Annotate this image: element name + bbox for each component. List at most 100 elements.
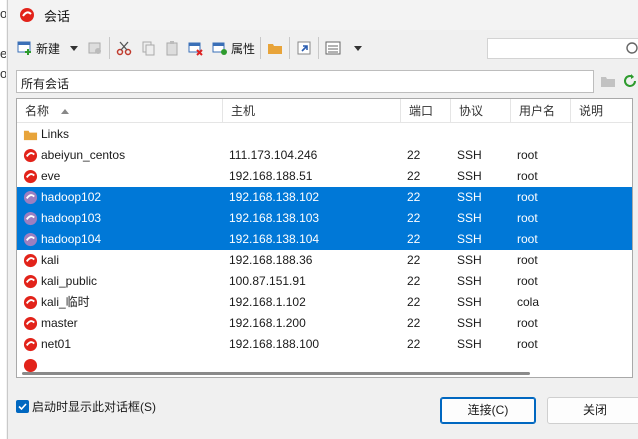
dialog-footer: 启动时显示此对话框(S) 连接(C) 关闭 — [8, 384, 638, 439]
host-cell: 192.168.1.200 — [229, 316, 306, 330]
create-shortcut-button[interactable] — [295, 35, 313, 61]
session-name: hadoop104 — [41, 232, 102, 246]
username-cell: root — [517, 253, 538, 267]
protocol-cell: SSH — [457, 169, 482, 183]
host-cell: 111.173.104.246 — [229, 148, 318, 162]
port-cell — [407, 124, 451, 145]
chevron-down-icon — [70, 45, 79, 51]
disabled-session-button[interactable] — [86, 35, 104, 61]
table-row[interactable]: hadoop104 192.168.138.104 22 SSH root — [17, 229, 632, 250]
startup-checkbox[interactable] — [16, 400, 29, 413]
session-icon — [23, 337, 38, 352]
port-cell: 22 — [407, 169, 421, 183]
delete-button[interactable] — [187, 35, 205, 61]
session-name: eve — [41, 169, 61, 183]
table-row[interactable]: eve 192.168.188.51 22 SSH root — [17, 166, 632, 187]
background-window-edge: o e o — [0, 0, 6, 439]
scrollbar-thumb[interactable] — [22, 372, 530, 375]
session-name: kali_public — [41, 274, 98, 288]
properties-button[interactable]: 属性 — [211, 35, 255, 61]
column-header-name[interactable]: 名称 — [17, 99, 223, 123]
scissors-icon — [115, 39, 133, 57]
search-icon — [626, 42, 638, 54]
port-cell: 22 — [407, 190, 421, 204]
table-row[interactable]: kali_临时 192.168.1.102 22 SSH cola — [17, 292, 632, 313]
table-row[interactable]: kali 192.168.188.36 22 SSH root — [17, 250, 632, 271]
view-mode-button[interactable] — [324, 35, 342, 61]
protocol-cell: SSH — [457, 253, 482, 267]
list-view-icon — [324, 39, 342, 57]
username-cell: cola — [517, 295, 540, 309]
port-cell: 22 — [407, 232, 421, 246]
protocol-cell: SSH — [457, 274, 482, 288]
session-name: net01 — [41, 337, 72, 351]
new-session-label: 新建 — [36, 41, 61, 56]
session-name: kali — [41, 253, 60, 267]
session-icon — [23, 232, 38, 247]
properties-icon — [211, 39, 229, 57]
session-name: master — [41, 316, 78, 330]
toolbar-separator — [289, 37, 291, 59]
username-cell: root — [517, 169, 538, 183]
app-logo-icon — [20, 8, 34, 22]
up-folder-icon[interactable] — [600, 73, 616, 89]
name-cell: kali — [23, 250, 223, 271]
name-cell: abeiyun_centos — [23, 145, 223, 166]
table-row[interactable]: hadoop102 192.168.138.102 22 SSH root — [17, 187, 632, 208]
session-icon — [23, 190, 38, 205]
window-title: 会话 — [44, 8, 71, 24]
session-name: hadoop102 — [41, 190, 102, 204]
close-button[interactable]: 关闭 — [547, 397, 638, 424]
column-header-port[interactable]: 端口 — [401, 99, 451, 123]
sort-ascending-icon — [61, 109, 69, 114]
table-row[interactable]: kali_public 100.87.151.91 22 SSH root — [17, 271, 632, 292]
toolbar-separator — [260, 37, 262, 59]
username-cell — [517, 124, 573, 145]
username-cell: root — [517, 211, 538, 225]
port-cell: 22 — [407, 274, 421, 288]
column-header-description[interactable]: 说明 — [571, 99, 632, 123]
host-cell: 192.168.1.102 — [229, 295, 306, 309]
checkmark-icon — [18, 403, 27, 411]
paste-button[interactable] — [163, 35, 181, 61]
startup-checkbox-label[interactable]: 启动时显示此对话框(S) — [32, 398, 156, 415]
session-icon — [23, 211, 38, 226]
new-dropdown-button[interactable] — [70, 35, 79, 61]
host-cell: 100.87.151.91 — [229, 274, 306, 288]
protocol-cell: SSH — [457, 232, 482, 246]
column-header-protocol[interactable]: 协议 — [451, 99, 511, 123]
view-dropdown-button[interactable] — [354, 35, 363, 61]
new-session-button[interactable]: 新建 — [16, 35, 60, 61]
table-row[interactable]: net01 192.168.188.100 22 SSH root — [17, 334, 632, 355]
cut-button[interactable] — [115, 35, 133, 61]
session-list[interactable]: 名称 主机 端口 协议 用户名 说明 Links abeiyun_centos 11… — [16, 98, 633, 378]
host-cell: 192.168.188.36 — [229, 253, 313, 267]
session-name: Links — [41, 127, 70, 141]
port-cell: 22 — [407, 148, 421, 162]
shortcut-icon — [295, 39, 313, 57]
title-bar: 会话 — [8, 0, 638, 30]
column-header-username[interactable]: 用户名 — [511, 99, 571, 123]
session-path-bar[interactable]: 所有会话 — [16, 70, 594, 93]
delete-icon — [187, 39, 205, 57]
horizontal-scrollbar[interactable] — [16, 368, 632, 378]
folder-row[interactable]: Links — [17, 124, 632, 145]
copy-icon — [139, 39, 157, 57]
connect-button[interactable]: 连接(C) — [440, 397, 536, 424]
table-row[interactable]: hadoop103 192.168.138.103 22 SSH root — [17, 208, 632, 229]
table-row[interactable]: master 192.168.1.200 22 SSH root — [17, 313, 632, 334]
username-cell: root — [517, 337, 538, 351]
session-icon — [23, 169, 38, 184]
name-cell: kali_public — [23, 271, 223, 292]
host-cell — [229, 124, 399, 145]
port-cell: 22 — [407, 337, 421, 351]
session-name: kali_临时 — [41, 295, 90, 309]
refresh-icon[interactable] — [622, 73, 638, 89]
username-cell: root — [517, 274, 538, 288]
protocol-cell: SSH — [457, 148, 482, 162]
new-folder-button[interactable] — [266, 35, 284, 61]
column-header-host[interactable]: 主机 — [223, 99, 401, 123]
table-row[interactable]: abeiyun_centos 111.173.104.246 22 SSH root — [17, 145, 632, 166]
copy-button[interactable] — [139, 35, 157, 61]
search-input[interactable] — [487, 38, 638, 59]
